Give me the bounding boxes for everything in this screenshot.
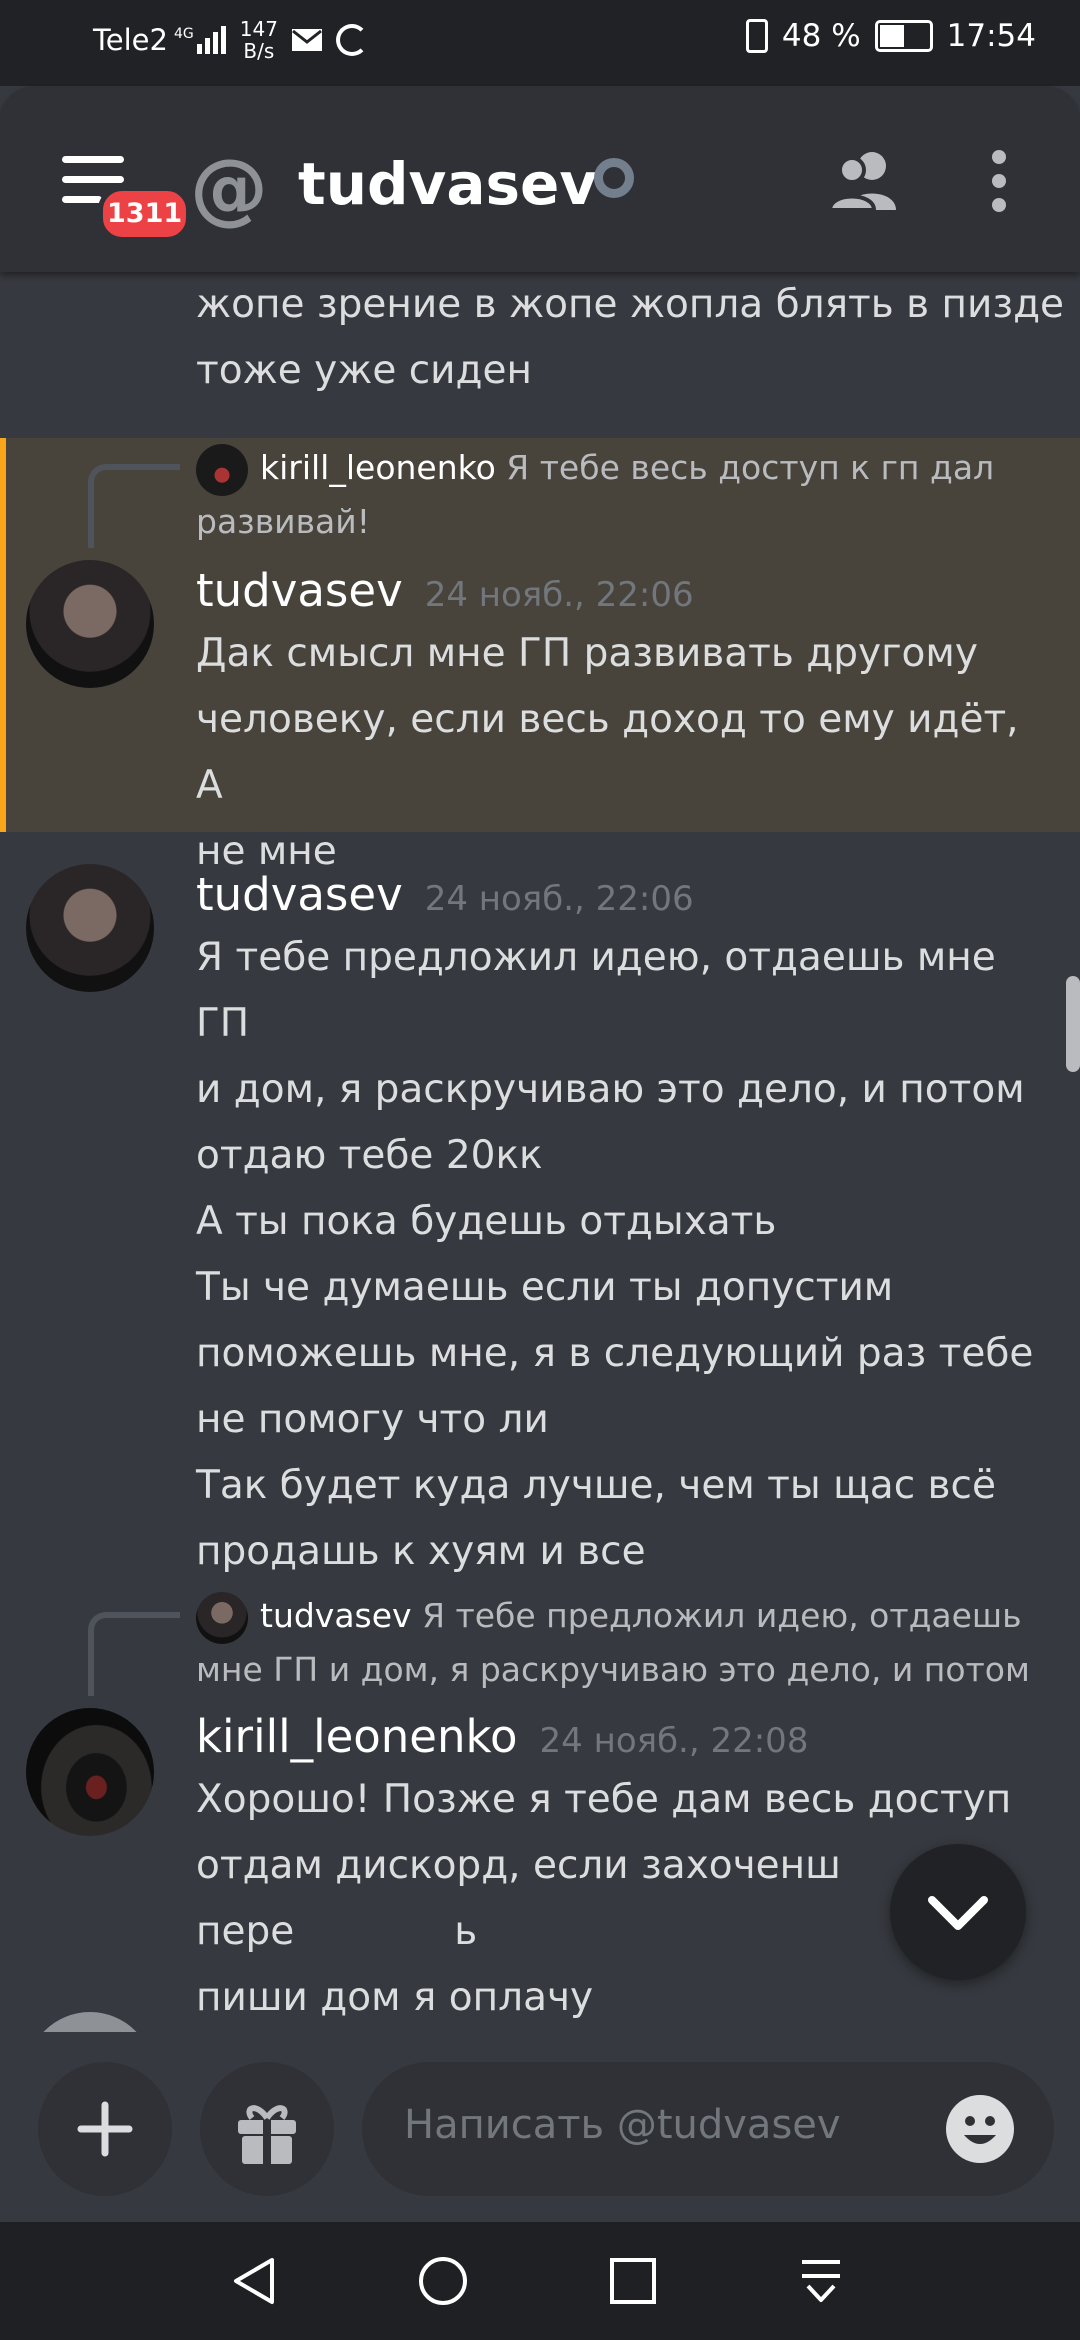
message-input[interactable]: Написать @tudvasev <box>362 2062 1054 2196</box>
recents-icon[interactable] <box>606 2254 660 2308</box>
network-type: 4G <box>173 26 194 42</box>
message-line: Так будет куда лучше, чем ты щас всё <box>196 1463 996 1508</box>
channel-header: 1311 @ tudvasev <box>0 86 1080 272</box>
more-icon[interactable] <box>992 150 1008 222</box>
reply-text: развивай! <box>196 501 370 541</box>
message-line-text: отдам дискорд, если захоченш пере <box>196 1843 841 1954</box>
home-icon[interactable] <box>416 2254 470 2308</box>
add-icon[interactable] <box>38 2062 172 2196</box>
emoji-icon[interactable] <box>946 2095 1014 2163</box>
message: tudvasev 24 нояб., 22:06 Я тебе предложил… <box>196 868 1056 1585</box>
message-line: поможешь мне, я в следующий раз тебе <box>196 1331 1034 1376</box>
gift-icon[interactable] <box>200 2062 334 2196</box>
clock: 17:54 <box>946 18 1036 54</box>
message-author[interactable]: tudvasev <box>196 868 403 921</box>
jump-to-present-icon[interactable] <box>890 1844 1026 1980</box>
unread-badge: 1311 <box>98 186 192 242</box>
avatar <box>196 443 248 496</box>
reply-text: Я тебе весь доступ к гп дал <box>506 448 995 487</box>
vibrate-icon <box>745 19 768 53</box>
battery-icon <box>874 20 933 52</box>
message-timestamp: 24 нояб., 22:06 <box>424 879 694 919</box>
message-list[interactable]: жопе зрение в жопе жопла блять в пизде т… <box>0 272 1080 2032</box>
message-line: Я тебе предложил идею, отдаешь мне ГП <box>196 935 996 1046</box>
message-line: и дом, я раскручиваю это дело, и потом <box>196 1067 1025 1112</box>
message-line: жопе зрение в жопе жопла блять в пизде <box>196 282 1065 327</box>
message-line: продашь к хуям и все <box>196 1529 646 1574</box>
partial-message: жопе зрение в жопе жопла блять в пизде т… <box>196 272 1064 404</box>
message-timestamp: 24 нояб., 22:08 <box>539 1721 809 1761</box>
sync-icon <box>335 24 368 56</box>
message-line: Дак смысл мне ГП развивать другому <box>196 631 978 676</box>
carrier-label: Tele2 <box>93 23 168 57</box>
dm-title[interactable]: tudvasev <box>298 150 597 218</box>
message-line: Хорошо! Позже я тебе дам весь доступ <box>196 1777 1012 1822</box>
at-icon: @ <box>190 144 268 234</box>
back-icon[interactable] <box>228 2254 282 2308</box>
net-speed-unit: B/s <box>243 39 275 63</box>
composer: Написать @tudvasev <box>0 2032 1080 2222</box>
message-author[interactable]: kirill_leonenko <box>196 1710 518 1763</box>
message-line: тоже уже сиден <box>196 348 532 393</box>
members-icon[interactable] <box>827 148 902 216</box>
message-timestamp: 24 нояб., 22:06 <box>424 575 694 615</box>
reply-text: Я тебе предложил идею, отдаешь <box>422 1596 1022 1635</box>
reply-preview[interactable]: kirill_leonenko Я тебе весь доступ к гп … <box>196 442 1056 548</box>
offline-status-icon <box>594 158 634 198</box>
message-input-placeholder: Написать @tudvasev <box>404 2102 841 2148</box>
avatar[interactable] <box>26 864 154 992</box>
system-nav-bar <box>0 2222 1080 2340</box>
net-speed: 147 B/s <box>240 18 278 62</box>
status-bar: Tele2 4G 147 B/s 48 % 17:54 <box>0 0 1080 86</box>
avatar[interactable] <box>26 1708 154 1836</box>
message-line: Ты че думаешь если ты допустим <box>196 1265 894 1310</box>
avatar <box>26 2012 154 2032</box>
message-line: А ты пока будешь отдыхать <box>196 1199 777 1244</box>
signal-icon: 4G <box>174 26 226 54</box>
notification-shade-icon[interactable] <box>794 2254 848 2308</box>
reply-connector <box>88 1612 180 1696</box>
net-speed-value: 147 <box>239 17 278 41</box>
scroll-thumb[interactable] <box>1066 976 1080 1072</box>
reply-preview[interactable]: tudvasev Я тебе предложил идею, отдаешь … <box>196 1590 1066 1696</box>
message-line: человеку, если весь доход то ему идёт, А <box>196 697 1019 808</box>
reply-connector <box>88 464 180 548</box>
reply-text: мне ГП и дом, я раскручиваю это дело, и … <box>196 1649 1030 1689</box>
avatar[interactable] <box>26 560 154 688</box>
reply-author: tudvasev <box>260 1596 412 1635</box>
message-line: не помогу что ли <box>196 1397 549 1442</box>
mail-icon <box>291 29 322 51</box>
message: tudvasev 24 нояб., 22:06 Дак смысл мне ГП… <box>196 564 1056 885</box>
battery-percent: 48 % <box>781 18 861 54</box>
message-line-tail: ь <box>454 1909 478 1954</box>
reply-author: kirill_leonenko <box>260 448 496 487</box>
message-line: отдаю тебе 20кк <box>196 1133 543 1178</box>
avatar <box>196 1591 248 1644</box>
message-author[interactable]: tudvasev <box>196 564 403 617</box>
